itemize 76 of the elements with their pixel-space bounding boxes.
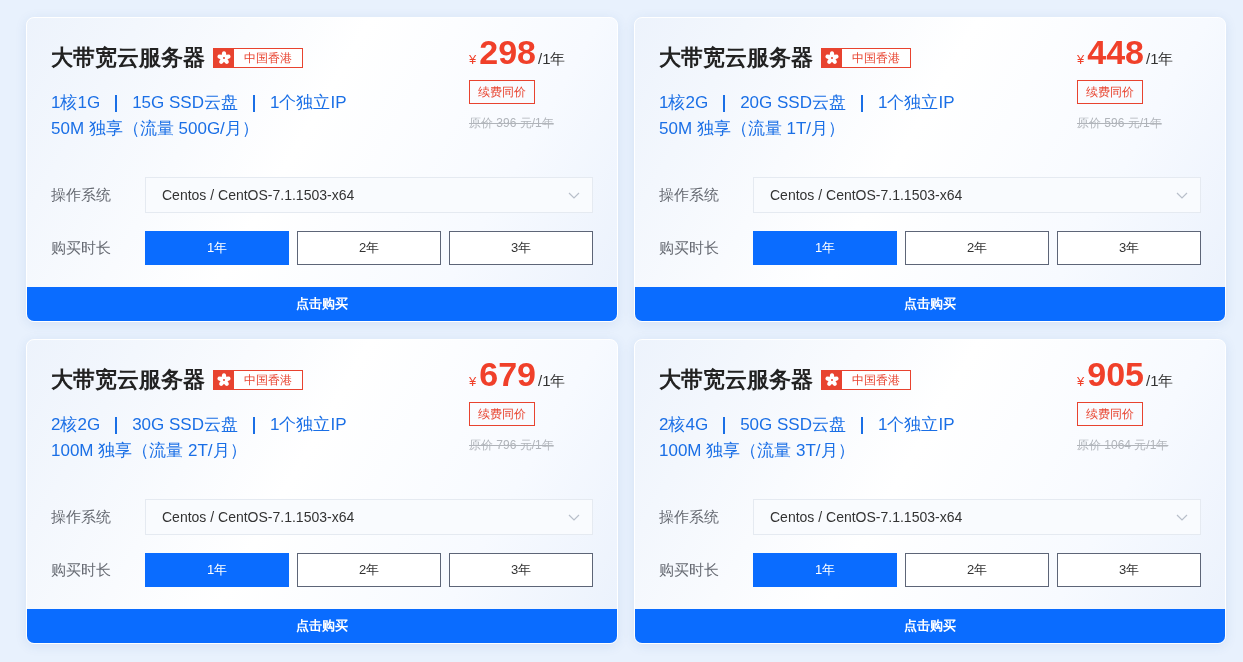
- buy-button[interactable]: 点击购买: [635, 287, 1225, 321]
- buy-button[interactable]: 点击购买: [635, 609, 1225, 643]
- renew-tag: 续费同价: [1077, 402, 1143, 426]
- region-label: 中国香港: [851, 50, 901, 67]
- spec-text: 1核1G: [51, 92, 101, 114]
- spec-text: 15G SSD云盘: [132, 92, 238, 114]
- currency-symbol: ¥: [1077, 51, 1085, 69]
- price-period: /1年: [1145, 49, 1174, 69]
- duration-option[interactable]: 3年: [449, 231, 593, 265]
- duration-option[interactable]: 3年: [1057, 231, 1201, 265]
- bandwidth-text: 50M 独享（流量 1T/月）: [659, 118, 846, 140]
- region-label: 中国香港: [243, 372, 293, 389]
- duration-option[interactable]: 1年: [145, 231, 289, 265]
- spec-text: 2核2G: [51, 414, 101, 436]
- original-price: 原价 596 元/1年: [1077, 115, 1162, 131]
- card-title: 大带宽云服务器: [51, 366, 205, 394]
- chevron-down-icon: [568, 191, 580, 199]
- duration-option[interactable]: 1年: [753, 231, 897, 265]
- spec-text: 50G SSD云盘: [740, 414, 846, 436]
- field-label: 操作系统: [51, 506, 112, 527]
- buy-button[interactable]: 点击购买: [27, 609, 617, 643]
- card-title: 大带宽云服务器: [659, 44, 813, 72]
- field-label: 购买时长: [51, 237, 112, 258]
- original-price: 原价 796 元/1年: [469, 437, 554, 453]
- chevron-down-icon: [568, 513, 580, 521]
- chevron-down-icon: [1176, 513, 1188, 521]
- bandwidth-text: 50M 独享（流量 500G/月）: [51, 118, 259, 140]
- spec-text: 2核4G: [659, 414, 709, 436]
- currency-symbol: ¥: [469, 51, 477, 69]
- duration-option[interactable]: 1年: [753, 553, 897, 587]
- chevron-down-icon: [1176, 191, 1188, 199]
- original-price: 原价 396 元/1年: [469, 115, 554, 131]
- renew-tag: 续费同价: [469, 80, 535, 104]
- price-period: /1年: [537, 371, 566, 391]
- field-label: 操作系统: [659, 184, 720, 205]
- price-amount: 298: [479, 32, 536, 72]
- card-title: 大带宽云服务器: [659, 366, 813, 394]
- spec-text: 1个独立IP: [877, 92, 955, 114]
- original-price: 原价 1064 元/1年: [1077, 437, 1169, 453]
- os-select[interactable]: Centos / CentOS-7.1.1503-x64: [145, 177, 593, 213]
- duration-option[interactable]: 2年: [905, 231, 1049, 265]
- currency-symbol: ¥: [469, 373, 477, 391]
- price-period: /1年: [537, 49, 566, 69]
- os-select[interactable]: Centos / CentOS-7.1.1503-x64: [145, 499, 593, 535]
- duration-option[interactable]: 3年: [1057, 553, 1201, 587]
- duration-option[interactable]: 2年: [905, 553, 1049, 587]
- currency-symbol: ¥: [1077, 373, 1085, 391]
- os-select[interactable]: Centos / CentOS-7.1.1503-x64: [753, 499, 1201, 535]
- spec-text: 1核2G: [659, 92, 709, 114]
- price-amount: 679: [479, 354, 536, 394]
- card-title: 大带宽云服务器: [51, 44, 205, 72]
- spec-text: 1个独立IP: [269, 92, 347, 114]
- duration-option[interactable]: 2年: [297, 553, 441, 587]
- duration-option[interactable]: 3年: [449, 553, 593, 587]
- field-label: 操作系统: [51, 184, 112, 205]
- buy-button[interactable]: 点击购买: [27, 287, 617, 321]
- duration-option[interactable]: 1年: [145, 553, 289, 587]
- region-label: 中国香港: [851, 372, 901, 389]
- price-period: /1年: [1145, 371, 1174, 391]
- field-label: 操作系统: [659, 506, 720, 527]
- bandwidth-text: 100M 独享（流量 3T/月）: [659, 440, 855, 462]
- bandwidth-text: 100M 独享（流量 2T/月）: [51, 440, 247, 462]
- os-select[interactable]: Centos / CentOS-7.1.1503-x64: [753, 177, 1201, 213]
- region-label: 中国香港: [243, 50, 293, 67]
- renew-tag: 续费同价: [1077, 80, 1143, 104]
- price-amount: 448: [1087, 32, 1144, 72]
- spec-text: 20G SSD云盘: [740, 92, 846, 114]
- spec-text: 1个独立IP: [269, 414, 347, 436]
- field-label: 购买时长: [51, 559, 112, 580]
- spec-text: 1个独立IP: [877, 414, 955, 436]
- price-amount: 905: [1087, 354, 1144, 394]
- duration-option[interactable]: 2年: [297, 231, 441, 265]
- spec-text: 30G SSD云盘: [132, 414, 238, 436]
- field-label: 购买时长: [659, 237, 720, 258]
- renew-tag: 续费同价: [469, 402, 535, 426]
- field-label: 购买时长: [659, 559, 720, 580]
